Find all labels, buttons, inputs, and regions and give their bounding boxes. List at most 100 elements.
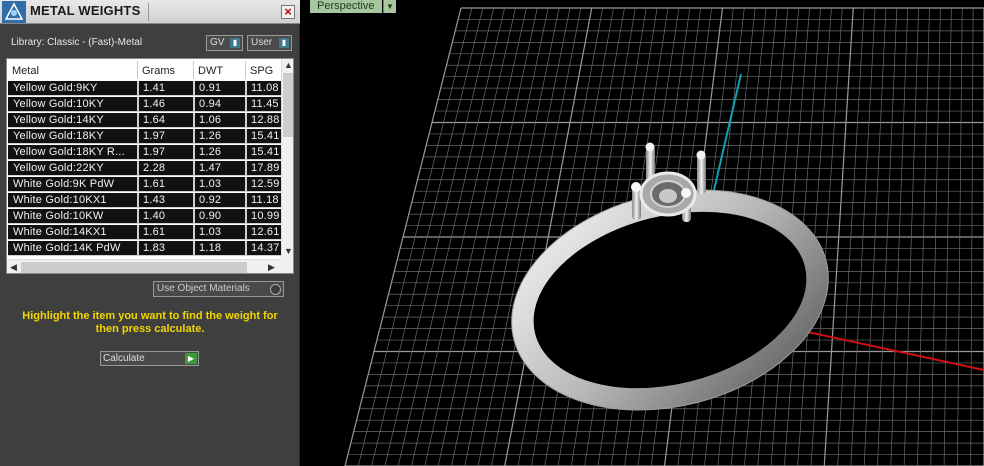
dropdown-arrow-icon: ▮	[279, 38, 289, 48]
table-row[interactable]: Yellow Gold:14KY 1.64 1.06 12.88	[8, 113, 281, 128]
scroll-down-icon[interactable]: ▼	[282, 245, 293, 258]
panel-title-bar[interactable]: METAL WEIGHTS ×	[0, 0, 300, 24]
vertical-scroll-thumb[interactable]	[283, 73, 293, 137]
column-divider	[137, 61, 138, 79]
app-logo-icon	[2, 1, 26, 23]
column-divider	[245, 129, 247, 144]
vertical-scrollbar[interactable]: ▲ ▼	[281, 59, 293, 259]
column-divider	[193, 145, 195, 160]
cell-metal: White Gold:10KX1	[13, 194, 107, 206]
cell-grams: 2.28	[143, 162, 166, 174]
cell-spg: 12.59	[251, 178, 280, 190]
cell-spg: 10.99	[251, 210, 280, 222]
cell-grams: 1.64	[143, 114, 166, 126]
column-header-dwt[interactable]: DWT	[198, 65, 223, 77]
column-divider	[245, 113, 247, 128]
column-divider	[245, 61, 246, 79]
cell-grams: 1.46	[143, 98, 166, 110]
cell-spg: 11.45	[251, 98, 279, 110]
table-row[interactable]: White Gold:9K PdW 1.61 1.03 12.59	[8, 177, 281, 192]
cell-grams: 1.61	[143, 178, 166, 190]
cell-spg: 11.18	[251, 194, 279, 206]
column-divider	[137, 225, 139, 240]
horizontal-scroll-thumb[interactable]	[21, 262, 247, 273]
cell-dwt: 0.91	[199, 82, 222, 94]
dropdown-arrow-icon: ▮	[230, 38, 240, 48]
column-header-grams[interactable]: Grams	[142, 65, 175, 77]
column-divider	[245, 177, 247, 192]
perspective-viewport[interactable]: Perspective ▼	[305, 0, 984, 466]
cell-dwt: 1.26	[199, 146, 222, 158]
table-row[interactable]: Yellow Gold:10KY 1.46 0.94 11.45	[8, 97, 281, 112]
metal-table[interactable]: Metal Grams DWT SPG Yellow Gold:9KY 1.41 0…	[6, 58, 294, 274]
cell-metal: Yellow Gold:18KY	[13, 130, 104, 142]
cell-metal: Yellow Gold:18KY R...	[13, 146, 125, 158]
table-row[interactable]: White Gold:10KX1 1.43 0.92 11.18	[8, 193, 281, 208]
column-divider	[245, 81, 247, 96]
library-label: Library: Classic - (Fast)-Metal	[11, 37, 143, 48]
instruction-text: Highlight the item you want to find the …	[22, 310, 278, 335]
column-header-metal[interactable]: Metal	[12, 65, 39, 77]
table-row[interactable]: Yellow Gold:9KY 1.41 0.91 11.08	[8, 81, 281, 96]
column-divider	[245, 193, 247, 208]
table-row[interactable]: White Gold:14K PdW 1.83 1.18 14.37	[8, 241, 281, 256]
column-divider	[137, 193, 139, 208]
cell-grams: 1.41	[143, 82, 166, 94]
column-divider	[245, 209, 247, 224]
viewport-mode-label[interactable]: Perspective	[310, 0, 383, 13]
column-divider	[193, 241, 195, 256]
scroll-right-icon[interactable]: ▶	[265, 261, 278, 273]
viewport-scene[interactable]	[305, 0, 984, 466]
cell-metal: Yellow Gold:10KY	[13, 98, 104, 110]
cell-spg: 12.61	[251, 226, 280, 238]
cell-grams: 1.40	[143, 210, 166, 222]
column-divider	[137, 145, 139, 160]
gv-dropdown[interactable]: GV ▮	[206, 35, 243, 51]
calculate-label: Calculate	[103, 353, 145, 364]
toggle-icon	[270, 284, 281, 295]
cell-grams: 1.97	[143, 146, 166, 158]
cell-spg: 11.08	[251, 82, 279, 94]
cell-grams: 1.61	[143, 226, 166, 238]
cell-grams: 1.43	[143, 194, 166, 206]
chevron-down-icon[interactable]: ▼	[383, 0, 396, 13]
cell-grams: 1.83	[143, 242, 166, 254]
column-divider	[193, 129, 195, 144]
calculate-button[interactable]: Calculate ▶	[100, 351, 199, 366]
cell-spg: 12.88	[251, 114, 280, 126]
cell-metal: White Gold:14K PdW	[13, 242, 121, 254]
column-divider	[193, 61, 194, 79]
column-divider	[193, 193, 195, 208]
table-row[interactable]: White Gold:14KX1 1.61 1.03 12.61	[8, 225, 281, 240]
column-divider	[137, 97, 139, 112]
ring-model[interactable]	[488, 142, 852, 442]
user-dropdown[interactable]: User ▮	[247, 35, 292, 51]
gv-label: GV	[210, 37, 225, 48]
column-divider	[193, 81, 195, 96]
table-row[interactable]: Yellow Gold:18KY 1.97 1.26 15.41	[8, 129, 281, 144]
column-divider	[193, 225, 195, 240]
column-divider	[245, 161, 247, 176]
column-divider	[245, 145, 247, 160]
title-divider	[148, 3, 149, 21]
column-divider	[193, 209, 195, 224]
table-row[interactable]: Yellow Gold:22KY 2.28 1.47 17.89	[8, 161, 281, 176]
close-icon[interactable]: ×	[281, 5, 295, 19]
cell-metal: Yellow Gold:9KY	[13, 82, 98, 94]
use-object-materials-toggle[interactable]: Use Object Materials	[153, 281, 284, 297]
column-divider	[193, 113, 195, 128]
column-divider	[245, 241, 247, 256]
column-header-spg[interactable]: SPG	[250, 65, 273, 77]
horizontal-scrollbar[interactable]: ◀ ▶	[7, 259, 281, 273]
scroll-up-icon[interactable]: ▲	[282, 59, 293, 72]
use-object-materials-label: Use Object Materials	[157, 283, 250, 294]
table-row[interactable]: White Gold:10KW 1.40 0.90 10.99	[8, 209, 281, 224]
column-divider	[137, 161, 139, 176]
column-divider	[137, 241, 139, 256]
cell-spg: 15.41	[251, 146, 280, 158]
column-divider	[137, 177, 139, 192]
table-row[interactable]: Yellow Gold:18KY R... 1.97 1.26 15.41	[8, 145, 281, 160]
scroll-left-icon[interactable]: ◀	[7, 261, 20, 273]
user-label: User	[251, 37, 273, 48]
cell-dwt: 1.06	[199, 114, 222, 126]
